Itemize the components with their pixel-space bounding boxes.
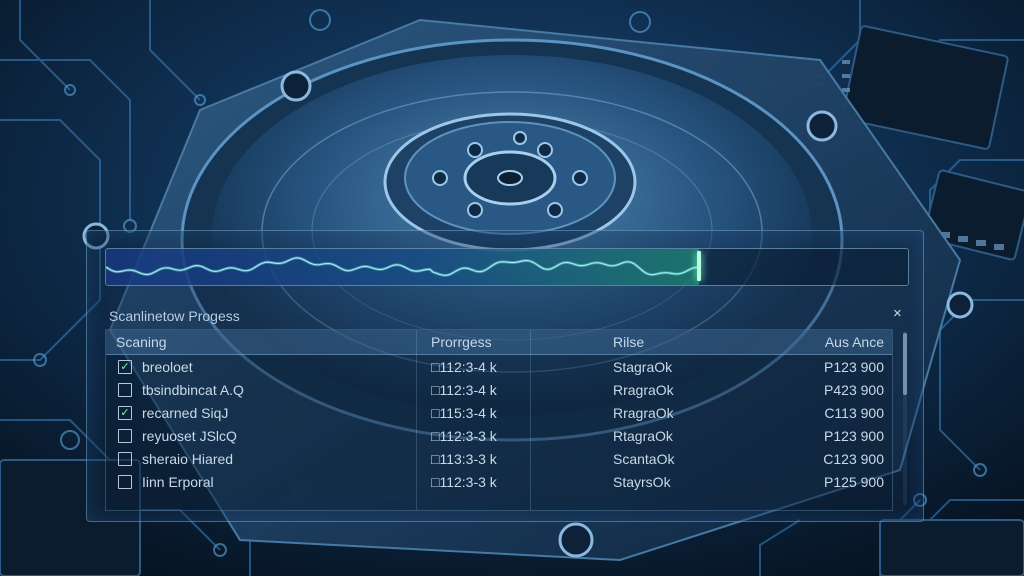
row-status: RragraOk (613, 405, 674, 421)
table-row[interactable]: sheraio Hiared □113:3-3 k ScantaOk C123 … (106, 449, 892, 472)
table-row[interactable]: ✓ recarned SiqJ □115:3-4 k RragraOk C113… (106, 403, 892, 426)
row-progress: □112:3-4 k (431, 359, 497, 375)
row-value: P423 900 (824, 382, 884, 398)
row-checkbox[interactable] (118, 452, 132, 466)
row-name: sheraio Hiared (142, 451, 234, 467)
close-icon[interactable]: × (893, 305, 902, 322)
row-checkbox[interactable] (118, 429, 132, 443)
row-status: StagraOk (613, 359, 673, 375)
column-header-progress[interactable]: Prorrgess (431, 334, 492, 350)
row-checkbox[interactable] (118, 475, 132, 489)
row-progress: □112:3-3 k (431, 428, 497, 444)
table-row[interactable]: Iinn Erporal □112:3-3 k StayrsOk P125 90… (106, 472, 892, 495)
row-name: breoloet (142, 359, 193, 375)
scrollbar-thumb[interactable] (903, 333, 907, 395)
table-row[interactable]: tbsindbincat A.Q □112:3-4 k RragraOk P42… (106, 380, 892, 403)
row-progress: □115:3-4 k (431, 405, 497, 421)
vertical-scrollbar[interactable] (903, 331, 907, 505)
table-row[interactable]: reyuoset JSlcQ □112:3-3 k RtagraOk P123 … (106, 426, 892, 449)
waveform-glow (106, 256, 698, 277)
row-checkbox[interactable] (118, 383, 132, 397)
row-progress: □112:3-3 k (431, 474, 497, 490)
row-status: StayrsOk (613, 474, 671, 490)
column-header-status[interactable]: Rilse (613, 334, 644, 350)
row-checkbox[interactable]: ✓ (118, 360, 132, 374)
waveform-graph (106, 256, 698, 277)
row-checkbox[interactable]: ✓ (118, 406, 132, 420)
row-value: P125 900 (824, 474, 884, 490)
column-header-scanning[interactable]: Scaning (116, 334, 167, 350)
dialog-title: Scanlinetow Progess (109, 308, 240, 324)
check-icon: ✓ (120, 361, 130, 373)
row-name: Iinn Erporal (142, 474, 214, 490)
row-status: RtagraOk (613, 428, 673, 444)
scan-progress-dialog: Scanlinetow Progess × Scaning Prorrgess … (86, 230, 924, 522)
table-header: Scaning Prorrgess Rilse Aus Ance (106, 330, 892, 355)
row-value: C113 900 (824, 405, 884, 421)
row-progress: □113:3-3 k (431, 451, 497, 467)
row-status: RragraOk (613, 382, 674, 398)
row-value: P123 900 (824, 359, 884, 375)
row-name: tbsindbincat A.Q (142, 382, 244, 398)
scan-results-table: Scaning Prorrgess Rilse Aus Ance ✓ breol… (105, 329, 893, 511)
row-value: P123 900 (824, 428, 884, 444)
row-name: recarned SiqJ (142, 405, 229, 421)
check-icon: ✓ (120, 407, 130, 419)
table-row[interactable]: ✓ breoloet □112:3-4 k StagraOk P123 900 (106, 357, 892, 380)
scan-waveform-bar (105, 248, 909, 286)
waveform-cursor[interactable] (697, 251, 701, 281)
row-value: C123 900 (823, 451, 884, 467)
row-status: ScantaOk (613, 451, 675, 467)
row-name: reyuoset JSlcQ (142, 428, 237, 444)
column-header-value[interactable]: Aus Ance (825, 334, 884, 350)
row-progress: □112:3-4 k (431, 382, 497, 398)
